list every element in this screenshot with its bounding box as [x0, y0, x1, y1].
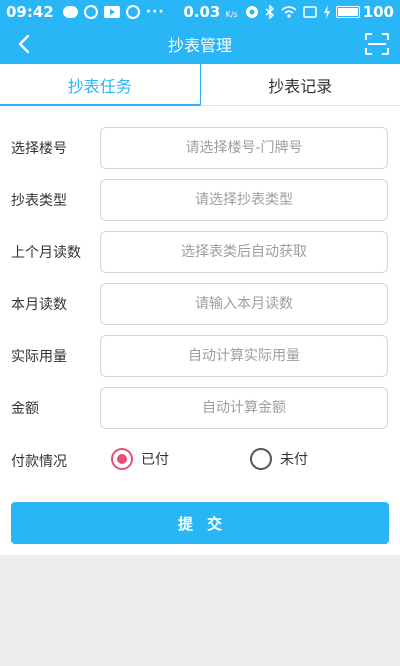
this-month-reading-label: 本月读数 — [11, 297, 67, 313]
tab-reading-tasks[interactable]: 抄表任务 — [0, 64, 200, 106]
charging-icon — [323, 5, 331, 19]
meter-type-label: 抄表类型 — [11, 193, 67, 209]
payment-status-label: 付款情况 — [11, 454, 67, 470]
tab-reading-records[interactable]: 抄表记录 — [199, 64, 400, 106]
actual-usage-label: 实际用量 — [11, 349, 67, 365]
status-bar: 09:42 ··· 0.03 K/s 100 — [0, 0, 400, 24]
network-speed-value: 0.03 — [183, 3, 221, 21]
network-speed-unit: K/s — [225, 10, 238, 19]
radio-unpaid[interactable]: 未付 — [250, 448, 308, 470]
last-month-reading-label: 上个月读数 — [11, 245, 81, 261]
chevron-left-icon — [18, 34, 30, 54]
nav-bar: 抄表管理 — [0, 24, 400, 64]
screen-cast-icon — [302, 6, 317, 18]
radio-paid-label: 已付 — [141, 452, 169, 468]
amount-label: 金额 — [11, 401, 39, 417]
building-label: 选择楼号 — [11, 141, 67, 157]
notification-icon — [83, 5, 98, 19]
submit-button[interactable]: 提交 — [11, 502, 389, 544]
row-amount: 金额 — [0, 387, 400, 429]
message-icon — [62, 6, 78, 18]
status-time: 09:42 — [6, 3, 54, 21]
more-notifications-icon: ··· — [145, 4, 165, 20]
radio-unchecked-icon — [250, 448, 272, 470]
radio-checked-icon — [111, 448, 133, 470]
battery-level: 100 — [362, 3, 394, 21]
data-saver-icon — [245, 5, 259, 19]
scan-icon — [365, 33, 389, 55]
video-icon — [103, 6, 120, 18]
block-icon — [125, 5, 140, 19]
this-month-reading-input[interactable] — [100, 283, 388, 325]
actual-usage-field[interactable] — [100, 335, 388, 377]
page-title: 抄表管理 — [167, 36, 232, 55]
row-building: 选择楼号 — [0, 127, 400, 169]
amount-field[interactable] — [100, 387, 388, 429]
scan-button[interactable] — [364, 32, 390, 56]
bluetooth-icon — [265, 5, 275, 19]
row-actual-usage: 实际用量 — [0, 335, 400, 377]
building-select-field[interactable] — [100, 127, 388, 169]
back-button[interactable] — [12, 32, 36, 56]
row-meter-type: 抄表类型 — [0, 179, 400, 221]
row-this-month-reading: 本月读数 — [0, 283, 400, 325]
meter-type-select-field[interactable] — [100, 179, 388, 221]
radio-paid[interactable]: 已付 — [111, 448, 169, 470]
radio-unpaid-label: 未付 — [280, 452, 308, 468]
meter-reading-form: 选择楼号 抄表类型 上个月读数 本月读数 实际用量 金额 付款情况 已付 未付 … — [0, 106, 400, 555]
wifi-icon — [281, 6, 297, 18]
network-speed: 0.03 K/s — [183, 3, 237, 21]
tab-bar: 抄表任务 抄表记录 — [0, 64, 400, 106]
last-month-reading-field[interactable] — [100, 231, 388, 273]
row-payment-status: 付款情况 已付 未付 — [0, 448, 400, 472]
status-right-group: 0.03 K/s 100 — [183, 3, 394, 21]
battery-icon — [335, 6, 360, 18]
row-last-month-reading: 上个月读数 — [0, 231, 400, 273]
